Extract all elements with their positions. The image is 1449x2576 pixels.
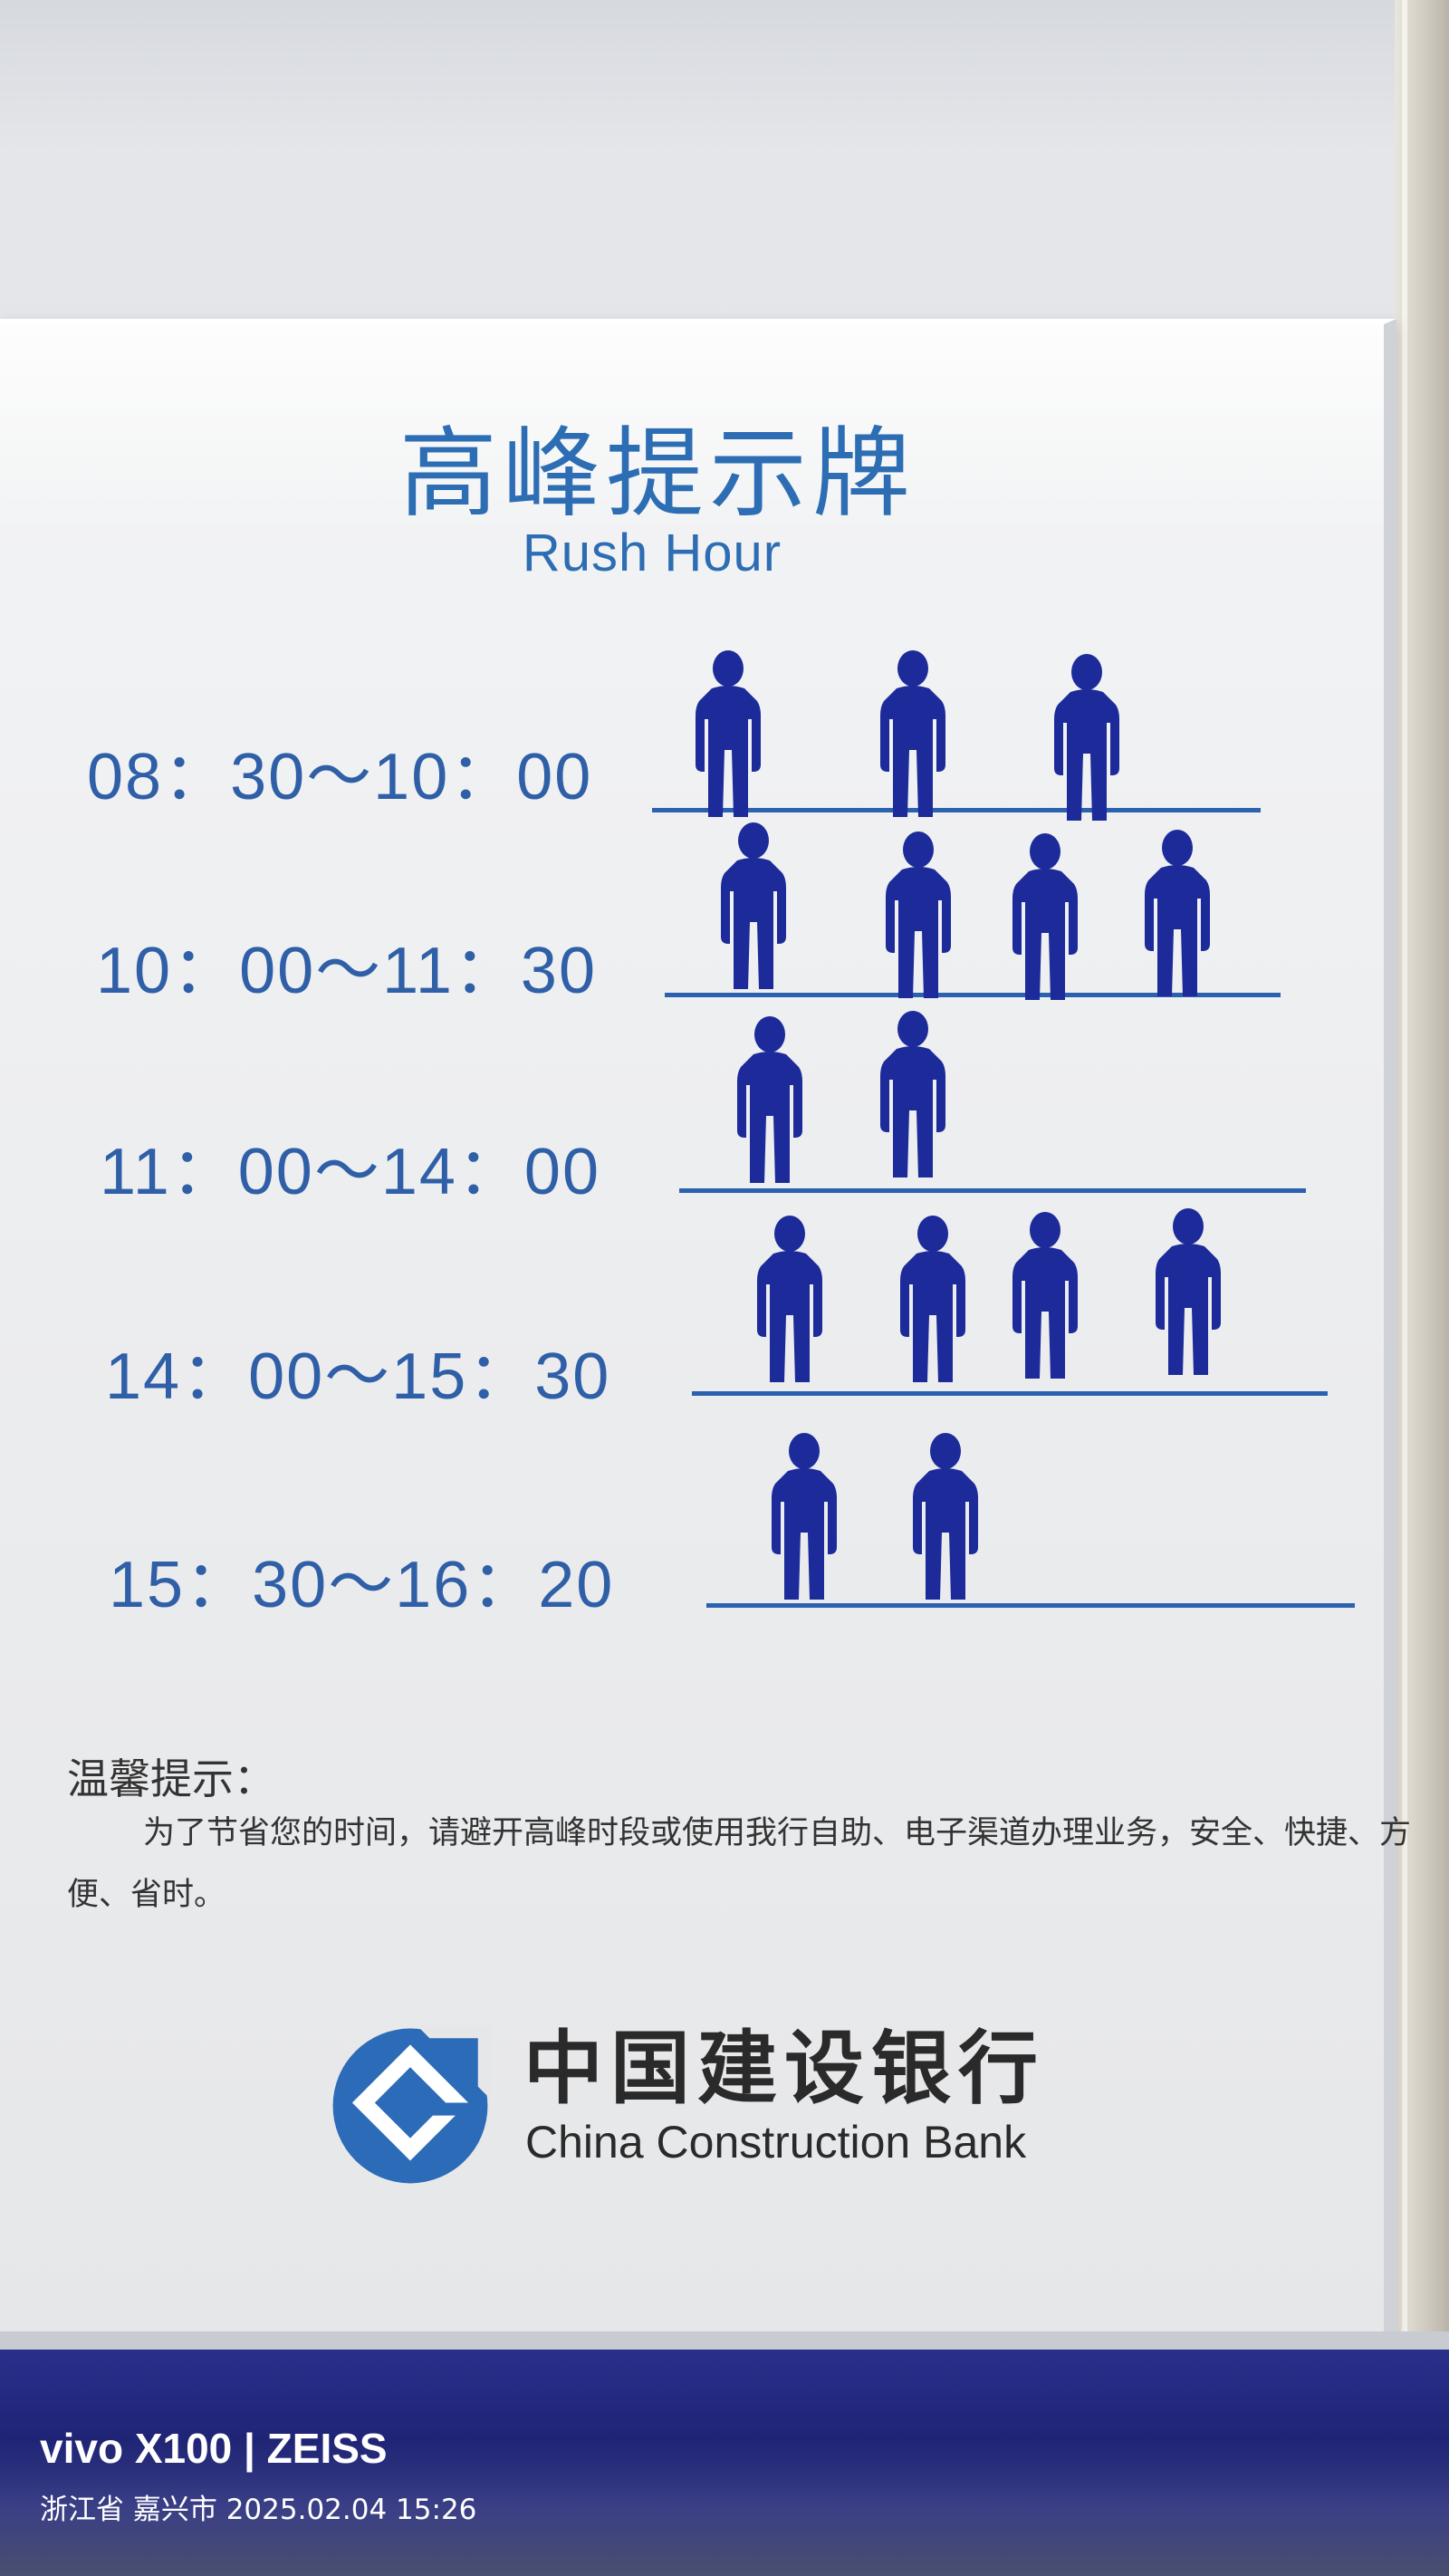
person-icon — [746, 1214, 833, 1386]
person-icon — [902, 1431, 989, 1603]
time-range-label: 10：00～11：30 — [96, 935, 598, 1007]
person-icon — [726, 1014, 813, 1187]
person-icon — [875, 830, 962, 1002]
person-icon — [1002, 1210, 1089, 1382]
person-icon — [1145, 1206, 1232, 1379]
person-icon — [685, 649, 772, 821]
person-icon — [1134, 828, 1221, 1000]
sign-title-en: Rush Hour — [522, 524, 782, 582]
tip-title: 温馨提示： — [67, 1754, 275, 1803]
camera-watermark-brand: vivo X100 | ZEISS — [40, 2425, 388, 2472]
wall-edge — [1395, 0, 1449, 2355]
person-icon — [1002, 831, 1089, 1004]
bank-name-en: China Construction Bank — [525, 2117, 1027, 2167]
time-range-label: 11：00～14：00 — [100, 1136, 601, 1208]
tip-text: 为了节省您的时间，请避开高峰时段或使用我行自助、电子渠道办理业务，安全、快捷、方… — [67, 1815, 1412, 1913]
baseline — [706, 1603, 1355, 1608]
baseline — [679, 1188, 1306, 1193]
person-icon — [761, 1431, 848, 1603]
ccb-logo-icon — [332, 2025, 491, 2184]
baseline — [692, 1391, 1328, 1396]
time-range-label: 14：00～15：30 — [105, 1341, 611, 1413]
person-icon — [869, 649, 956, 821]
person-icon — [869, 1009, 956, 1181]
sign-title-cn: 高峰提示牌 — [398, 418, 916, 531]
time-range-label: 15：30～16：20 — [109, 1549, 615, 1621]
person-icon — [1043, 652, 1130, 824]
frame-bottom — [0, 2331, 1449, 2350]
time-range-label: 08：30～10：00 — [87, 741, 593, 813]
person-icon — [710, 821, 797, 993]
bank-name-cn: 中国建设银行 — [523, 2022, 1046, 2115]
camera-watermark-meta: 浙江省 嘉兴市 2025.02.04 15:26 — [40, 2494, 477, 2526]
person-icon — [889, 1214, 976, 1386]
